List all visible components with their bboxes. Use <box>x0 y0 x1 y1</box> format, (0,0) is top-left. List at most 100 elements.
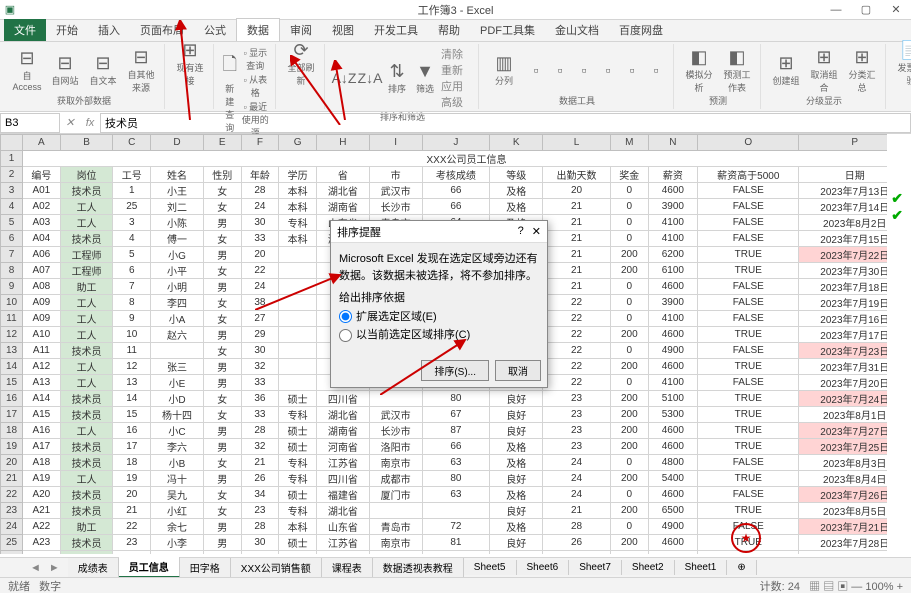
data-tool-button[interactable]: ▫ <box>525 59 547 81</box>
cell[interactable]: A06 <box>23 247 61 263</box>
formula-bar[interactable]: 技术员 <box>100 113 911 133</box>
cancel-icon[interactable]: ✕ <box>60 113 80 133</box>
cell[interactable]: 0 <box>610 295 648 311</box>
cell[interactable]: 技术员 <box>60 231 113 247</box>
ribbon-tab[interactable]: 开发工具 <box>364 19 428 41</box>
cell[interactable]: 21 <box>113 503 151 519</box>
cell[interactable]: 小李 <box>151 535 204 551</box>
cell[interactable]: 硕士 <box>279 487 317 503</box>
sheet-tab[interactable]: 成绩表 <box>68 558 119 577</box>
sheet-tab[interactable]: Sheet2 <box>622 560 675 575</box>
cell[interactable]: 及格 <box>490 183 543 199</box>
cell[interactable]: FALSE <box>698 199 799 215</box>
cell[interactable]: FALSE <box>698 215 799 231</box>
cell[interactable]: 18 <box>113 455 151 471</box>
cell[interactable]: 女 <box>203 199 241 215</box>
cell[interactable]: 0 <box>610 375 648 391</box>
cell[interactable]: 27 <box>241 311 279 327</box>
cell[interactable]: 20 <box>113 487 151 503</box>
cell[interactable]: 本科 <box>279 231 317 247</box>
cell[interactable]: 28 <box>241 183 279 199</box>
cell[interactable]: 23 <box>543 407 611 423</box>
cell[interactable]: 0 <box>610 183 648 199</box>
cell[interactable]: 福建省 <box>316 487 369 503</box>
cell[interactable]: 30 <box>241 535 279 551</box>
cell[interactable]: 23 <box>113 535 151 551</box>
cell[interactable]: 5300 <box>648 407 697 423</box>
cell[interactable]: 200 <box>610 503 648 519</box>
cell[interactable]: 4600 <box>648 535 697 551</box>
sheet-tab[interactable]: 田字格 <box>180 558 231 577</box>
cell[interactable]: 4600 <box>648 359 697 375</box>
cell[interactable]: 200 <box>610 247 648 263</box>
cell[interactable]: TRUE <box>698 263 799 279</box>
cell[interactable] <box>279 295 317 311</box>
cell[interactable]: 22 <box>543 343 611 359</box>
expand-selection-radio[interactable]: 扩展选定区域(E) <box>339 309 539 326</box>
cell[interactable]: 3900 <box>648 199 697 215</box>
cell[interactable]: 87 <box>422 423 490 439</box>
cell[interactable]: A15 <box>23 407 61 423</box>
cell[interactable]: 女 <box>203 407 241 423</box>
cell[interactable]: 女 <box>203 455 241 471</box>
cell[interactable]: 6200 <box>648 247 697 263</box>
sheet-tab[interactable]: Sheet7 <box>569 560 622 575</box>
text-to-columns-button[interactable]: ▥分列 <box>487 53 521 87</box>
cell[interactable]: TRUE <box>698 503 799 519</box>
cell[interactable]: 200 <box>610 327 648 343</box>
cell[interactable]: 男 <box>203 535 241 551</box>
cell[interactable]: 余七 <box>151 519 204 535</box>
cell[interactable]: 200 <box>610 407 648 423</box>
ribbon-tab[interactable]: 公式 <box>194 19 236 41</box>
cell[interactable]: 小G <box>151 247 204 263</box>
cell[interactable]: TRUE <box>698 407 799 423</box>
cell[interactable]: 6 <box>113 263 151 279</box>
cell[interactable]: 技术员 <box>60 487 113 503</box>
cell[interactable]: 8 <box>113 295 151 311</box>
cell[interactable]: 福建省 <box>316 551 369 555</box>
cell[interactable]: 36 <box>241 391 279 407</box>
cell[interactable]: 专科 <box>279 215 317 231</box>
cell[interactable]: 男 <box>203 279 241 295</box>
cell[interactable]: 200 <box>610 423 648 439</box>
cell[interactable] <box>279 279 317 295</box>
cell[interactable]: 21 <box>543 279 611 295</box>
cell[interactable]: 工人 <box>60 311 113 327</box>
cell[interactable]: 22 <box>543 295 611 311</box>
cell[interactable]: 助工 <box>60 519 113 535</box>
cell[interactable]: 0 <box>610 199 648 215</box>
ribbon-tab[interactable]: 页面布局 <box>130 19 194 41</box>
cell[interactable]: 专科 <box>279 471 317 487</box>
cell[interactable]: 武汉市 <box>369 407 422 423</box>
cell[interactable]: 厦门市 <box>369 551 422 555</box>
cell[interactable]: 优秀 <box>490 551 543 555</box>
cell[interactable]: 湖南省 <box>316 423 369 439</box>
cell[interactable]: 14 <box>113 391 151 407</box>
cell[interactable]: 200 <box>610 263 648 279</box>
cell[interactable]: 4900 <box>648 519 697 535</box>
minimize-button[interactable]: — <box>821 0 851 20</box>
cell[interactable]: 南京市 <box>369 535 422 551</box>
sheet-tab[interactable]: 员工信息 <box>119 557 180 578</box>
data-tool-button[interactable]: ▫ <box>645 59 667 81</box>
cell[interactable]: A09 <box>23 295 61 311</box>
cell[interactable]: 长沙市 <box>369 423 422 439</box>
cell[interactable]: 傅一 <box>151 231 204 247</box>
cell[interactable]: 21 <box>543 231 611 247</box>
sheet-tab[interactable]: 课程表 <box>322 558 373 577</box>
cell[interactable]: 28 <box>241 519 279 535</box>
cell[interactable]: 硕士 <box>279 391 317 407</box>
cell[interactable]: 4100 <box>648 375 697 391</box>
cell[interactable]: TRUE <box>698 423 799 439</box>
cell[interactable]: FALSE <box>698 295 799 311</box>
cell[interactable]: 女 <box>203 487 241 503</box>
cell[interactable]: 女 <box>203 391 241 407</box>
cell[interactable]: 0 <box>610 343 648 359</box>
sort-confirm-button[interactable]: 排序(S)... <box>421 360 489 381</box>
cell[interactable]: 6100 <box>648 263 697 279</box>
name-box[interactable]: B3 <box>0 113 60 133</box>
ribbon-tab[interactable]: 文件 <box>4 19 46 41</box>
cell[interactable]: A12 <box>23 359 61 375</box>
cell[interactable]: 技术员 <box>60 503 113 519</box>
cell[interactable]: 9 <box>113 311 151 327</box>
